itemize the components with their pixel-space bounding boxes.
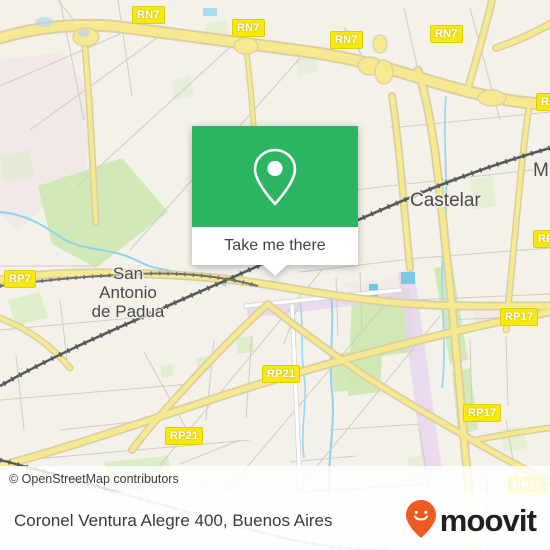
place-label-san-antonio-de-padua: San Antonio de Padua xyxy=(84,264,172,321)
route-shield-rp7[interactable]: RP7 xyxy=(4,270,36,288)
take-me-there-label: Take me there xyxy=(224,237,326,254)
attribution-text[interactable]: © OpenStreetMap contributors xyxy=(0,472,179,486)
route-shield-rn7-3[interactable]: RN7 xyxy=(330,31,363,49)
place-label-castelar: Castelar xyxy=(410,190,481,211)
footer-bar: Coronel Ventura Alegre 400, Buenos Aires… xyxy=(0,492,550,550)
route-shield-rp17-2[interactable]: RP17 xyxy=(463,404,502,422)
route-shield-rp21-1[interactable]: RP21 xyxy=(262,365,301,383)
route-shield-rn7-1[interactable]: RN7 xyxy=(132,6,165,24)
moovit-wordmark: moovit xyxy=(439,503,537,538)
place-label-line-1: San xyxy=(112,264,144,283)
place-label-line-3: de Padua xyxy=(91,302,165,321)
route-shield-rn7-4[interactable]: RN7 xyxy=(430,25,463,43)
route-shield-rp21-2[interactable]: RP21 xyxy=(165,427,204,445)
route-shield-rn7-2[interactable]: RN7 xyxy=(232,19,265,37)
map-pin-icon xyxy=(253,148,297,205)
popup-tail xyxy=(263,265,287,276)
map-attribution-bar: © OpenStreetMap contributors xyxy=(0,466,550,492)
place-label-moron: M xyxy=(533,160,549,181)
location-popup-card[interactable]: Take me there xyxy=(192,126,358,276)
map-screenshot: RN7 RN7 RN7 RN7 RP7 RP RP RP17 RP17 RP17… xyxy=(0,0,550,550)
address-label: Coronel Ventura Alegre 400, Buenos Aires xyxy=(14,511,333,530)
place-label-line-2: Antonio xyxy=(99,283,157,302)
route-shield-rp-top[interactable]: RP xyxy=(536,93,550,111)
moovit-pin-icon xyxy=(405,499,436,543)
popup-header xyxy=(192,126,358,227)
popup-action-row[interactable]: Take me there xyxy=(192,227,358,276)
route-shield-rp17-1[interactable]: RP17 xyxy=(500,308,539,326)
route-shield-rp-mid[interactable]: RP xyxy=(533,230,550,248)
moovit-logo[interactable]: moovit xyxy=(405,499,550,543)
